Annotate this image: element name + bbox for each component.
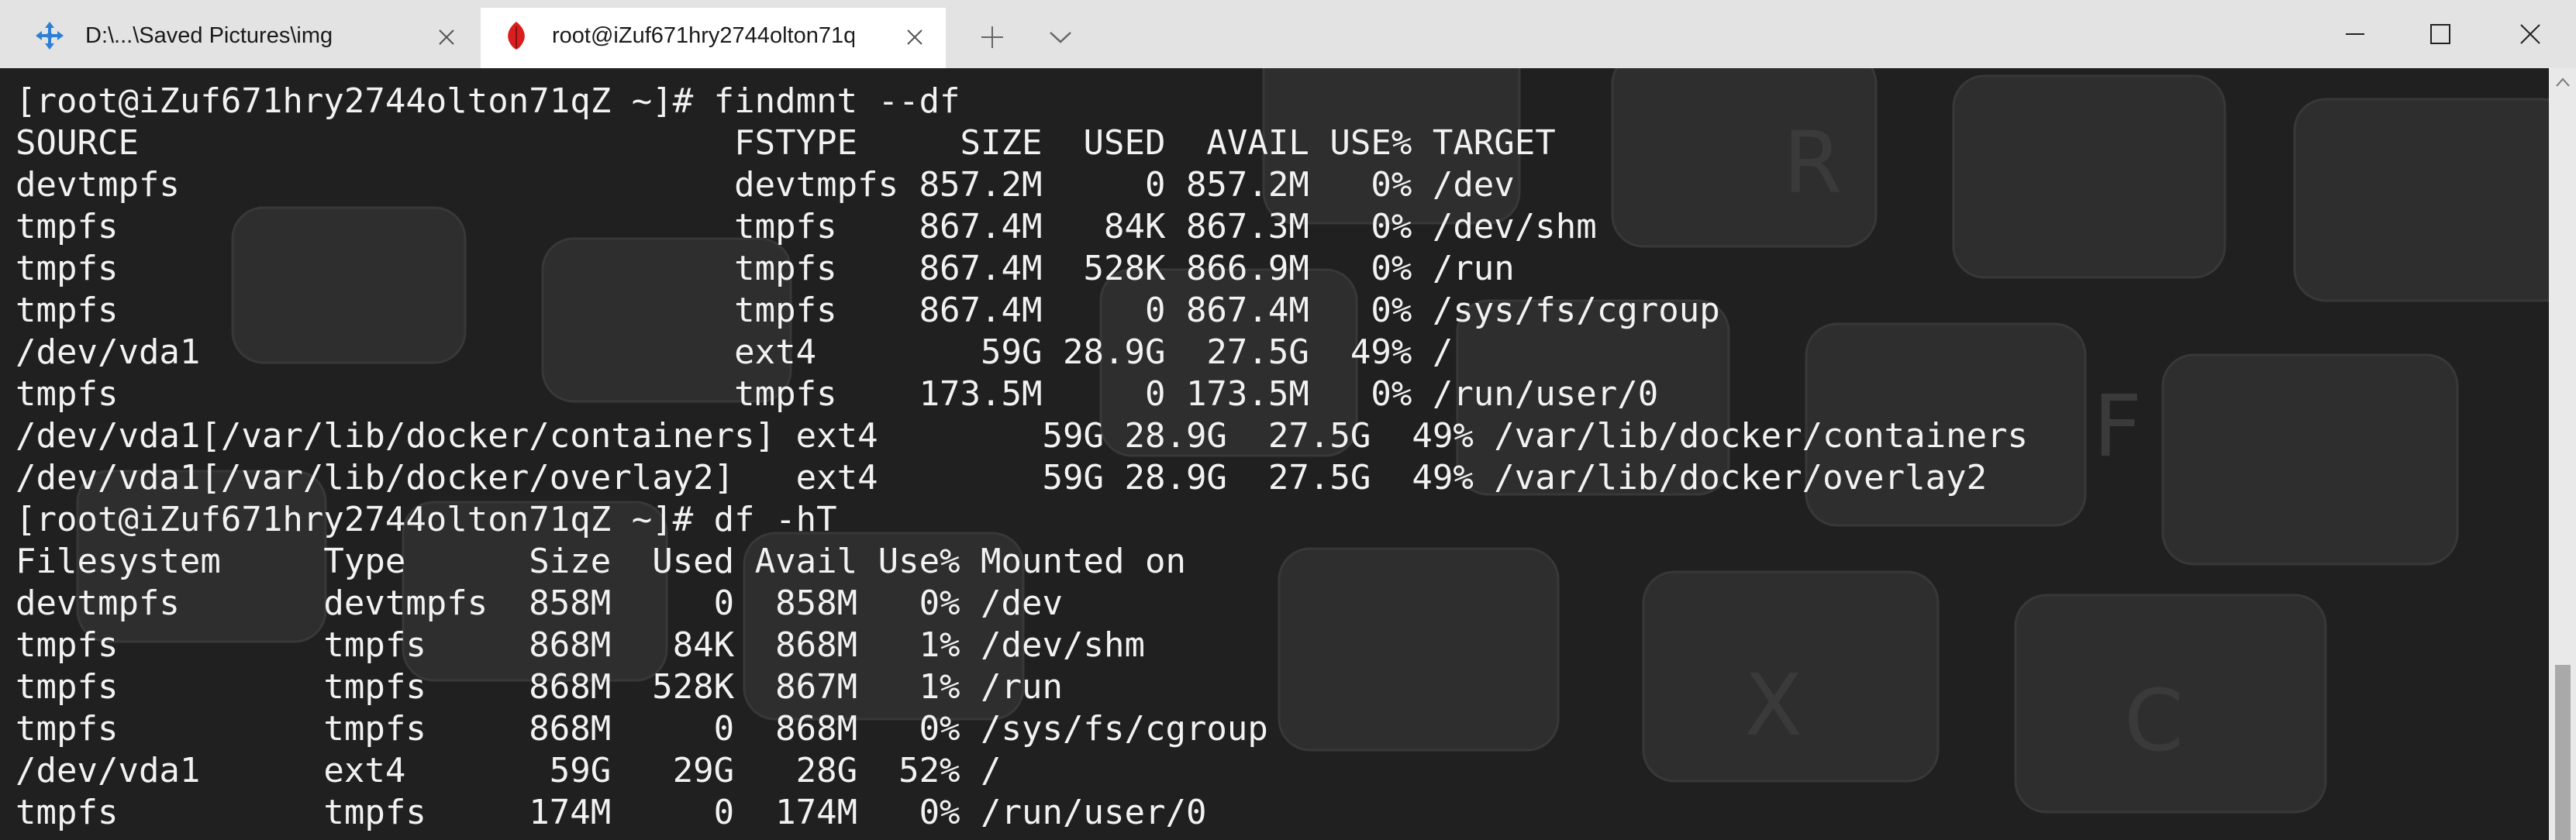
terminal-line: tmpfs tmpfs 174M 0 174M 0% /run/user/0 (16, 793, 1207, 832)
new-tab-button[interactable] (974, 19, 1011, 56)
maximize-button[interactable] (2419, 15, 2462, 53)
terminal-scrollbar[interactable] (2549, 68, 2576, 840)
terminal-line: /dev/vda1 ext4 59G 28.9G 27.5G 49% / (16, 332, 1454, 372)
terminal-pane[interactable]: R F X C [root@iZuf671hry2744olton71qZ ~]… (0, 68, 2549, 840)
maximize-icon (2430, 24, 2450, 44)
terminal-line: tmpfs tmpfs 867.4M 528K 866.9M 0% /run (16, 249, 1515, 288)
terminal-line: [root@iZuf671hry2744olton71qZ ~]# df -hT (16, 500, 837, 539)
terminal-line: [root@iZuf671hry2744olton71qZ ~]# findmn… (16, 81, 960, 121)
terminal-line: tmpfs tmpfs 868M 84K 868M 1% /dev/shm (16, 625, 1145, 665)
tab-root-terminal[interactable]: root@iZuf671hry2744olton71qZ (481, 8, 946, 68)
tab-saved-pictures[interactable]: D:\...\Saved Pictures\img (0, 0, 474, 68)
chevron-down-icon (1050, 32, 1071, 43)
terminal-line: tmpfs tmpfs 867.4M 0 867.4M 0% /sys/fs/c… (16, 291, 1720, 330)
window-close-button[interactable] (2509, 15, 2552, 53)
svg-text:F: F (2093, 377, 2142, 476)
terminal-line: tmpfs tmpfs 867.4M 84K 867.3M 0% /dev/sh… (16, 207, 1597, 246)
minimize-button[interactable] (2333, 15, 2377, 53)
terminal-line: devtmpfs devtmpfs 858M 0 858M 0% /dev (16, 584, 1064, 623)
move-arrows-icon (34, 20, 65, 51)
red-leaf-icon (501, 20, 532, 51)
terminal-line: /dev/vda1[/var/lib/docker/containers] ex… (16, 416, 2029, 456)
terminal-line: devtmpfs devtmpfs 857.2M 0 857.2M 0% /de… (16, 165, 1515, 205)
terminal-output: [root@iZuf671hry2744olton71qZ ~]# findmn… (16, 81, 2028, 834)
title-bar: D:\...\Saved Pictures\img root@iZuf671hr… (0, 0, 2576, 68)
scrollbar-thumb[interactable] (2555, 665, 2571, 840)
terminal-line: SOURCE FSTYPE SIZE USED AVAIL USE% TARGE… (16, 123, 1556, 163)
close-icon[interactable] (431, 22, 462, 53)
tab-title: D:\...\Saved Pictures\img (85, 23, 333, 48)
plus-icon (981, 26, 1003, 48)
tab-title: root@iZuf671hry2744olton71qZ (552, 23, 854, 48)
terminal-line: tmpfs tmpfs 868M 528K 867M 1% /run (16, 667, 1064, 707)
minimize-icon (2346, 33, 2364, 35)
close-icon[interactable] (899, 22, 930, 53)
terminal-line: /dev/vda1[/var/lib/docker/overlay2] ext4… (16, 458, 1988, 497)
terminal-line: tmpfs tmpfs 173.5M 0 173.5M 0% /run/user… (16, 374, 1659, 414)
scroll-up-arrow-icon[interactable] (2554, 74, 2572, 90)
terminal-line: tmpfs tmpfs 868M 0 868M 0% /sys/fs/cgrou… (16, 709, 1268, 749)
close-icon (2520, 24, 2540, 44)
tab-dropdown-button[interactable] (1042, 19, 1079, 56)
svg-text:C: C (2124, 671, 2184, 770)
terminal-line: Filesystem Type Size Used Avail Use% Mou… (16, 542, 1186, 581)
terminal-line: /dev/vda1 ext4 59G 29G 28G 52% / (16, 751, 1002, 790)
